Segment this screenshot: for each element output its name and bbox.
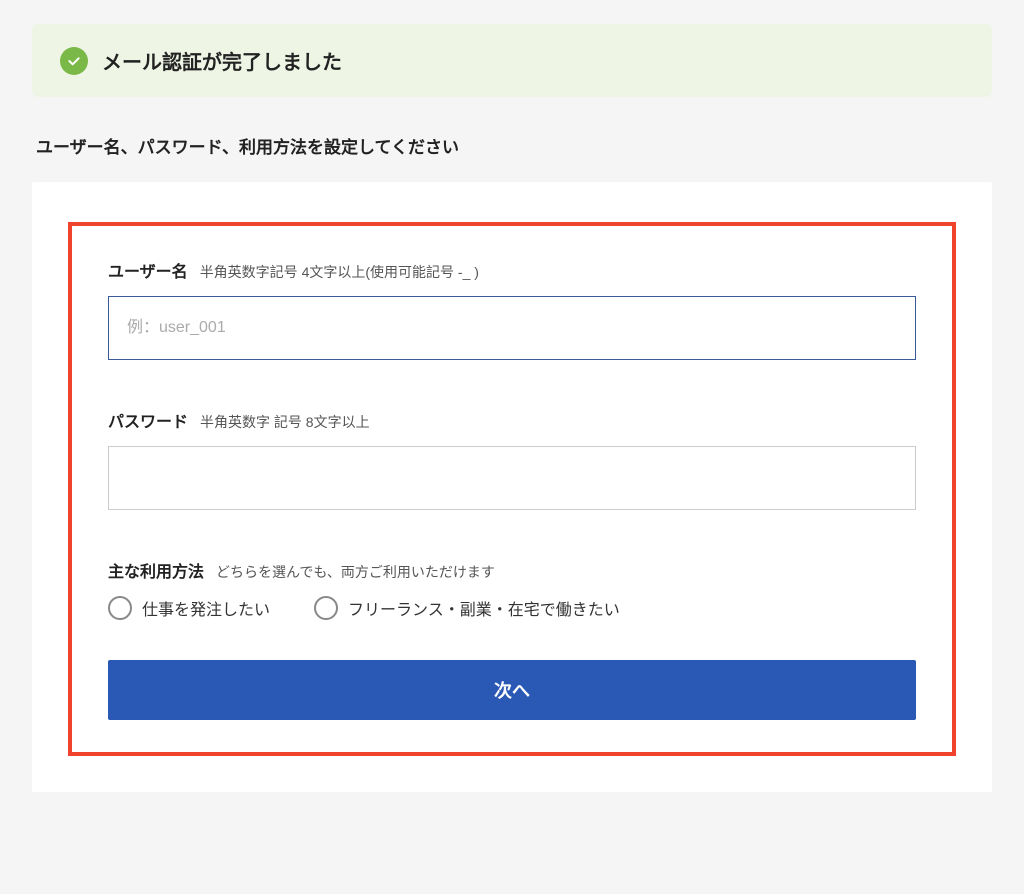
radio-label-client: 仕事を発注したい: [142, 596, 270, 620]
form-card: ユーザー名 半角英数字記号 4文字以上(使用可能記号 -_ ) パスワード 半角…: [32, 182, 992, 792]
password-hint: 半角英数字 記号 8文字以上: [200, 412, 370, 432]
next-button[interactable]: 次へ: [108, 660, 916, 720]
banner-text: メール認証が完了しました: [102, 46, 342, 75]
radio-option-worker[interactable]: フリーランス・副業・在宅で働きたい: [314, 596, 620, 620]
radio-circle-icon: [108, 596, 132, 620]
usage-hint: どちらを選んでも、両方ご利用いただけます: [216, 562, 495, 582]
highlight-box: ユーザー名 半角英数字記号 4文字以上(使用可能記号 -_ ) パスワード 半角…: [68, 222, 956, 756]
success-banner: メール認証が完了しました: [32, 24, 992, 97]
radio-option-client[interactable]: 仕事を発注したい: [108, 596, 270, 620]
username-hint: 半角英数字記号 4文字以上(使用可能記号 -_ ): [200, 262, 479, 282]
username-field-group: ユーザー名 半角英数字記号 4文字以上(使用可能記号 -_ ): [108, 258, 916, 360]
password-input[interactable]: [108, 446, 916, 510]
password-label: パスワード: [108, 408, 188, 432]
check-circle-icon: [60, 47, 88, 75]
username-label: ユーザー名: [108, 258, 188, 282]
usage-label: 主な利用方法: [108, 558, 204, 582]
radio-label-worker: フリーランス・副業・在宅で働きたい: [348, 596, 620, 620]
radio-circle-icon: [314, 596, 338, 620]
usage-field-group: 主な利用方法 どちらを選んでも、両方ご利用いただけます 仕事を発注したい フリー…: [108, 558, 916, 620]
username-input[interactable]: [108, 296, 916, 360]
page-instruction: ユーザー名、パスワード、利用方法を設定してください: [32, 133, 992, 158]
password-field-group: パスワード 半角英数字 記号 8文字以上: [108, 408, 916, 510]
usage-radio-row: 仕事を発注したい フリーランス・副業・在宅で働きたい: [108, 596, 916, 620]
